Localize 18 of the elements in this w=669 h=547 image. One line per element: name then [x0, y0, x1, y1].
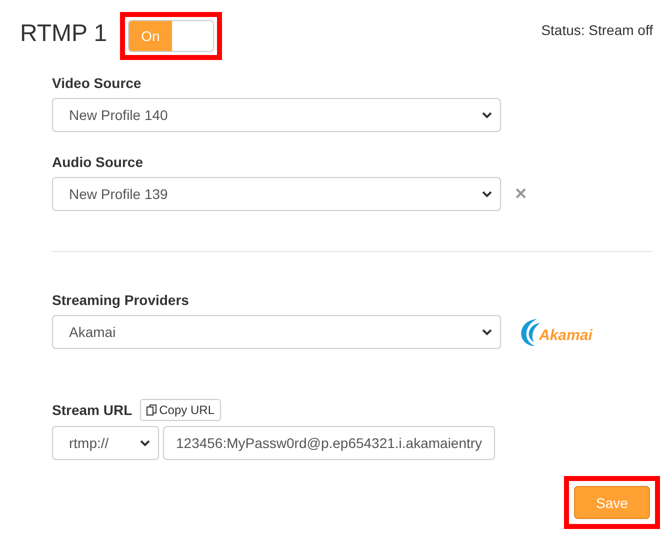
provider-logo: Akamai [519, 317, 592, 347]
field-label: Stream URL [52, 402, 132, 418]
chevron-down-icon [140, 440, 150, 446]
dropdown[interactable]: rtmp:// [52, 426, 159, 460]
chevron-down-icon [482, 328, 492, 336]
field-label: Video Source [52, 75, 142, 91]
field-label: Streaming Providers [52, 292, 190, 308]
dropdown[interactable]: New Profile 140 [52, 98, 501, 132]
field-label: Audio Source [52, 154, 144, 170]
dropdown[interactable]: Akamai [52, 315, 501, 349]
dropdown[interactable]: New Profile 139 [52, 177, 501, 211]
chevron-down-icon [482, 112, 492, 118]
copy-url-button[interactable]: Copy URL [140, 399, 220, 421]
chevron-down-icon [482, 190, 492, 198]
copy-icon [146, 404, 158, 416]
status-text: Status: Stream off [541, 22, 653, 38]
page-title: RTMP 1 [20, 20, 108, 48]
url-input-field[interactable]: 123456:MyPassw0rd@p.ep654321.i.akamaientry [163, 426, 495, 460]
